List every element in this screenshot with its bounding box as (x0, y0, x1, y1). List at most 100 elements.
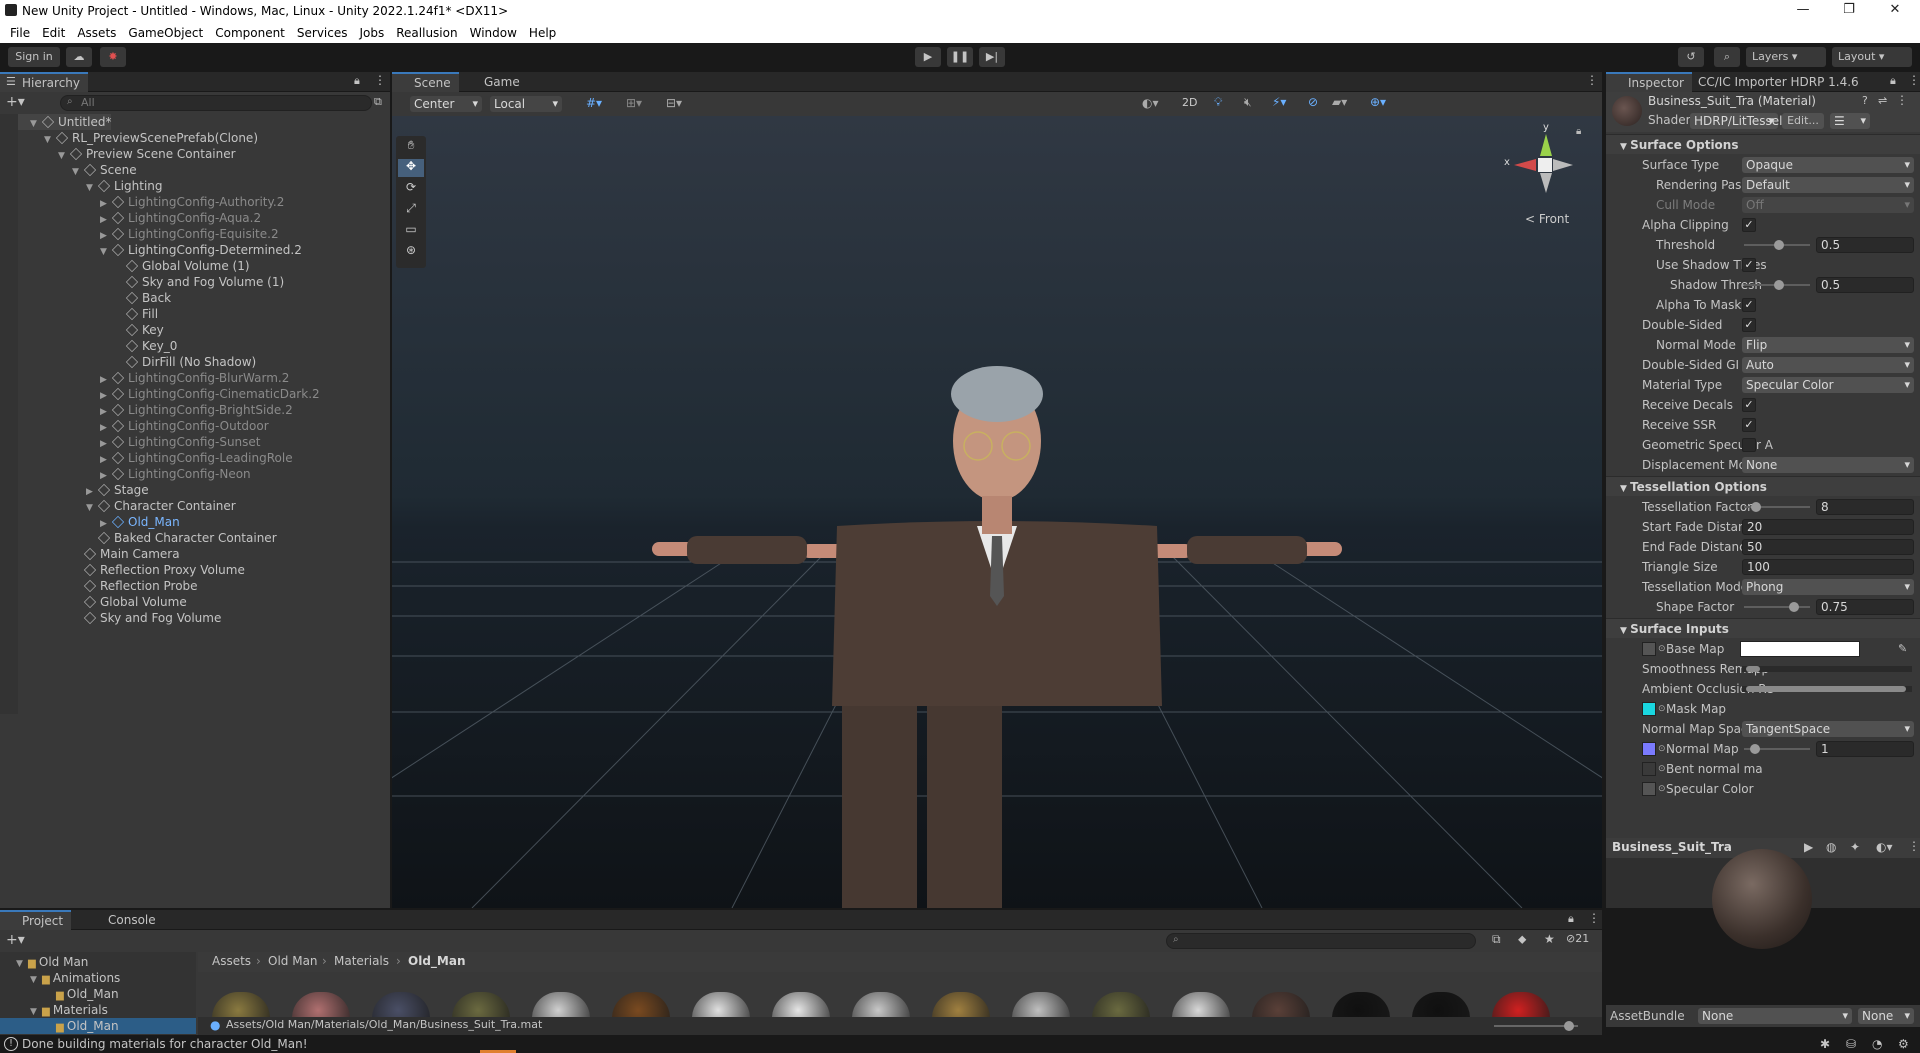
hierarchy-row[interactable]: Global Volume (1) (0, 258, 250, 274)
property-dropdown[interactable]: Opaque (1742, 157, 1914, 173)
property-dropdown[interactable]: None (1742, 457, 1914, 473)
tab-scene[interactable]: Scene (392, 72, 459, 92)
breadcrumb-current[interactable]: Old_Man (408, 954, 466, 968)
hand-tool-icon[interactable]: ✋︎ (398, 138, 424, 156)
slider-value-field[interactable]: 0.5 (1816, 237, 1914, 253)
hierarchy-row[interactable]: Main Camera (0, 546, 180, 562)
preview-play-icon[interactable]: ▶ (1804, 840, 1813, 854)
hierarchy-search-input[interactable]: ⌕ All (60, 95, 372, 111)
section-header-surface-inputs[interactable]: ▼ Surface Inputs (1606, 618, 1920, 638)
hierarchy-row[interactable]: ▼ LightingConfig-Determined.2 (0, 242, 302, 258)
gizmo-y-axis-icon[interactable] (1540, 134, 1552, 156)
material-asset-thumbnail[interactable] (1412, 992, 1470, 1017)
texture-slot[interactable] (1642, 782, 1656, 796)
hierarchy-row[interactable]: ▶ LightingConfig-CinematicDark.2 (0, 386, 320, 402)
project-add-icon[interactable]: +▾ (6, 932, 25, 948)
property-checkbox[interactable]: ✓ (1742, 418, 1756, 432)
property-dropdown[interactable]: Default (1742, 177, 1914, 193)
material-asset-thumbnail[interactable] (452, 992, 510, 1017)
transform-tool-icon[interactable]: ⊛ (398, 243, 424, 261)
texture-slot[interactable] (1642, 642, 1656, 656)
preview-sphere-icon[interactable]: ◍ (1826, 840, 1836, 854)
pivot-dropdown[interactable]: Center (410, 96, 482, 112)
menu-jobs[interactable]: Jobs (354, 26, 391, 40)
slider-knob[interactable] (1750, 744, 1760, 754)
menu-window[interactable]: Window (464, 26, 523, 40)
hierarchy-row[interactable]: Global Volume (0, 594, 187, 610)
object-picker-icon[interactable]: ⊙ (1658, 740, 1666, 758)
menu-file[interactable]: File (4, 26, 36, 40)
draw-mode-icon[interactable]: ◐▾ (1142, 96, 1159, 110)
audio-toggle-icon[interactable]: 🔇︎ (1244, 95, 1252, 110)
project-lock-icon[interactable]: 🔒︎ (1568, 912, 1574, 926)
hierarchy-row[interactable]: Key_0 (0, 338, 177, 354)
range-handle[interactable] (1746, 666, 1760, 672)
hierarchy-row[interactable]: Reflection Proxy Volume (0, 562, 245, 578)
material-asset-thumbnail[interactable] (1492, 992, 1550, 1017)
folder-row[interactable]: ▆ Old_Man (0, 1018, 196, 1034)
grid-icon[interactable]: ⊞▾ (626, 96, 642, 110)
slider-knob[interactable] (1774, 280, 1784, 290)
gizmo-center-cube[interactable] (1538, 158, 1552, 172)
shader-edit-button[interactable]: Edit... (1782, 113, 1824, 129)
property-slider[interactable] (1744, 602, 1810, 612)
sign-in-button[interactable]: Sign in (8, 47, 60, 67)
inspector-kebab-icon[interactable]: ⋮ (1908, 73, 1920, 87)
hierarchy-row[interactable]: Back (0, 290, 171, 306)
material-asset-thumbnail[interactable] (532, 992, 590, 1017)
menu-help[interactable]: Help (523, 26, 562, 40)
scene-viewport[interactable]: ✋︎ ✥ ⟳ ⤢ ▭ ⊛ y x 🔒︎ < Front (392, 116, 1602, 908)
help-icon[interactable]: ? (1862, 94, 1868, 107)
scene-kebab-icon[interactable]: ⋮ (1586, 73, 1598, 87)
preview-shape-icon[interactable]: ◐▾ (1876, 840, 1893, 854)
character-old-man[interactable] (392, 116, 1602, 908)
material-asset-thumbnail[interactable] (212, 992, 270, 1017)
object-picker-icon[interactable]: ⊙ (1658, 700, 1666, 718)
hierarchy-row[interactable]: ▶ Old_Man (0, 514, 180, 530)
menu-component[interactable]: Component (209, 26, 291, 40)
notifications-icon[interactable]: ⚙ (1898, 1035, 1909, 1053)
hierarchy-row[interactable]: ▶ Stage (0, 482, 149, 498)
property-checkbox[interactable]: ✓ (1742, 398, 1756, 412)
slider-value-field[interactable]: 8 (1816, 499, 1914, 515)
property-dropdown[interactable]: Flip (1742, 337, 1914, 353)
gizmo-x-axis-icon[interactable] (1514, 159, 1536, 171)
hierarchy-row[interactable]: ▶ LightingConfig-BrightSide.2 (0, 402, 293, 418)
play-button[interactable]: ▶ (915, 47, 941, 67)
rect-tool-icon[interactable]: ▭ (398, 222, 424, 240)
normal-scale-field[interactable]: 1 (1816, 741, 1914, 757)
property-slider[interactable] (1744, 280, 1810, 290)
property-field[interactable]: 100 (1742, 559, 1914, 575)
material-menu-dropdown[interactable]: ☰ (1830, 113, 1870, 129)
texture-slot[interactable] (1642, 742, 1656, 756)
layout-dropdown[interactable]: Layout ▾ (1832, 47, 1912, 67)
gizmo-view-label[interactable]: < Front (1525, 212, 1569, 226)
material-asset-thumbnail[interactable] (1012, 992, 1070, 1017)
rotate-tool-icon[interactable]: ⟳ (398, 180, 424, 198)
gizmo-neg-y-icon[interactable] (1540, 173, 1552, 193)
property-checkbox[interactable]: ✓ (1742, 318, 1756, 332)
menu-edit[interactable]: Edit (36, 26, 71, 40)
property-field[interactable]: 50 (1742, 539, 1914, 555)
preset-icon[interactable]: ⇌ (1878, 94, 1887, 107)
property-dropdown[interactable]: Phong (1742, 579, 1914, 595)
hierarchy-row[interactable]: ▼ Scene (0, 162, 137, 178)
orientation-gizmo[interactable]: y x 🔒︎ (1500, 122, 1590, 210)
folder-row[interactable]: ▼ ▆ Animations (0, 970, 120, 986)
property-checkbox[interactable] (1742, 438, 1756, 452)
lock-icon[interactable]: 🔒︎ (354, 74, 360, 88)
step-button[interactable]: ▶| (979, 47, 1005, 67)
tab-cc-importer[interactable]: CC/IC Importer HDRP 1.4.6 (1688, 72, 1867, 92)
folder-row[interactable]: ▆ Old_Man (0, 986, 119, 1002)
property-checkbox[interactable]: ✓ (1742, 258, 1756, 272)
hierarchy-row[interactable]: ▶ LightingConfig-Authority.2 (0, 194, 284, 210)
material-asset-thumbnail[interactable] (1332, 992, 1390, 1017)
property-dropdown[interactable]: Specular Color (1742, 377, 1914, 393)
texture-slot[interactable] (1642, 702, 1656, 716)
tab-inspector[interactable]: Inspector (1606, 72, 1692, 92)
material-asset-thumbnail[interactable] (852, 992, 910, 1017)
gizmo-neg-x-icon[interactable] (1553, 159, 1573, 171)
mode-2d-toggle[interactable]: 2D (1182, 96, 1197, 109)
lighting-progress-icon[interactable]: ◔ (1872, 1035, 1882, 1053)
menu-assets[interactable]: Assets (71, 26, 122, 40)
